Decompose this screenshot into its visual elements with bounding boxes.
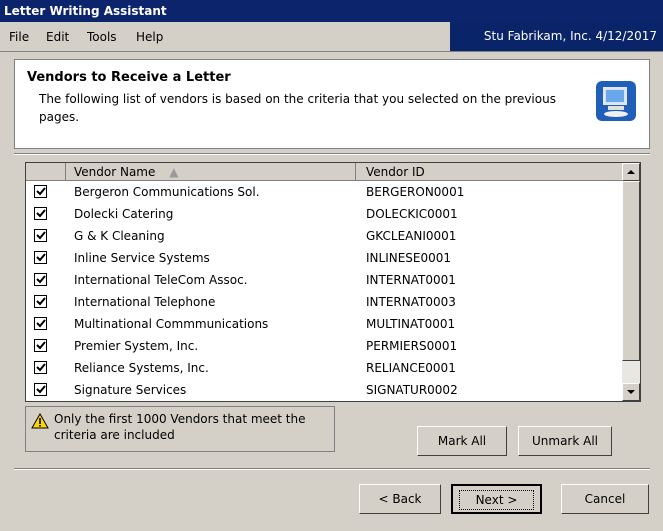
vendor-id-cell: MULTINAT0001: [366, 317, 456, 331]
vertical-scrollbar[interactable]: [622, 163, 640, 401]
table-row[interactable]: Dolecki Catering DOLECKIC0001: [26, 203, 622, 225]
table-row[interactable]: Premier System, Inc. PERMIERS0001: [26, 335, 622, 357]
page-title: Vendors to Receive a Letter: [27, 70, 231, 85]
column-header-label: Vendor Name: [74, 165, 156, 179]
checkmark-icon: [36, 341, 46, 350]
company-date-label: Stu Fabrikam, Inc. 4/12/2017: [450, 22, 663, 51]
scroll-up-button[interactable]: [622, 163, 640, 181]
vendor-name-cell: Bergeron Communications Sol.: [74, 185, 260, 199]
row-checkbox[interactable]: [34, 317, 47, 330]
vendor-id-cell: PERMIERS0001: [366, 339, 458, 353]
column-header-vendor-id[interactable]: Vendor ID: [356, 163, 622, 181]
vendor-name-cell: International TeleCom Assoc.: [74, 273, 248, 287]
checkmark-icon: [36, 275, 46, 284]
row-checkbox[interactable]: [34, 383, 47, 396]
vendor-name-cell: Multinational Commmunications: [74, 317, 269, 331]
mark-all-button[interactable]: Mark All: [417, 426, 507, 456]
header-separator: [14, 153, 650, 155]
menu-edit[interactable]: Edit: [46, 30, 69, 44]
menu-help[interactable]: Help: [136, 30, 163, 44]
vendor-name-cell: Reliance Systems, Inc.: [74, 361, 209, 375]
checkmark-icon: [36, 363, 46, 372]
vendor-id-cell: INTERNAT0001: [366, 273, 456, 287]
arrow-down-icon: [627, 390, 635, 394]
vendor-id-cell: INTERNAT0003: [366, 295, 456, 309]
table-row[interactable]: Multinational Commmunications MULTINAT00…: [26, 313, 622, 335]
checkmark-icon: [36, 319, 46, 328]
checkmark-icon: [36, 297, 46, 306]
row-checkbox[interactable]: [34, 361, 47, 374]
vendor-id-cell: GKCLEANI0001: [366, 229, 457, 243]
limit-note: Only the first 1000 Vendors that meet th…: [25, 406, 335, 452]
checkmark-icon: [36, 209, 46, 218]
row-checkbox[interactable]: [34, 185, 47, 198]
vendor-name-cell: Premier System, Inc.: [74, 339, 199, 353]
row-checkbox[interactable]: [34, 273, 47, 286]
scrollbar-thumb[interactable]: [622, 181, 640, 361]
row-checkbox[interactable]: [34, 229, 47, 242]
vendor-id-cell: SIGNATUR0002: [366, 383, 458, 397]
vendor-name-cell: G & K Cleaning: [74, 229, 165, 243]
checkbox-column-header: [26, 163, 66, 181]
computer-icon: [595, 80, 637, 122]
vendor-name-cell: Signature Services: [74, 383, 187, 397]
window-title: Letter Writing Assistant: [0, 0, 663, 22]
vendor-name-cell: Dolecki Catering: [74, 207, 174, 221]
row-checkbox[interactable]: [34, 339, 47, 352]
scroll-down-button[interactable]: [622, 383, 640, 401]
vendor-id-cell: INLINESE0001: [366, 251, 452, 265]
column-header-vendor-name[interactable]: Vendor Name ▲: [66, 163, 356, 181]
page-header: Vendors to Receive a Letter The followin…: [14, 59, 650, 149]
vendor-id-cell: RELIANCE0001: [366, 361, 456, 375]
menu-bar: File Edit Tools Help Stu Fabrikam, Inc. …: [0, 22, 663, 52]
vendor-name-cell: Inline Service Systems: [74, 251, 210, 265]
vendor-name-cell: International Telephone: [74, 295, 216, 309]
vendor-id-cell: DOLECKIC0001: [366, 207, 458, 221]
table-row[interactable]: Signature Services SIGNATUR0002: [26, 379, 622, 401]
warning-icon: [31, 413, 49, 429]
next-button[interactable]: Next >: [451, 484, 542, 514]
checkmark-icon: [36, 385, 46, 394]
row-checkbox[interactable]: [34, 295, 47, 308]
cancel-button[interactable]: Cancel: [561, 484, 649, 514]
row-checkbox[interactable]: [34, 207, 47, 220]
back-button[interactable]: < Back: [359, 484, 441, 514]
limit-note-text: Only the first 1000 Vendors that meet th…: [54, 412, 306, 442]
letter-writing-assistant-window: Letter Writing Assistant File Edit Tools…: [0, 0, 663, 531]
page-description: The following list of vendors is based o…: [39, 92, 556, 124]
row-checkbox[interactable]: [34, 251, 47, 264]
menu-tools[interactable]: Tools: [87, 30, 117, 44]
vendor-grid[interactable]: Vendor Name ▲ Vendor ID Bergeron Communi…: [25, 162, 641, 402]
next-button-label: Next >: [458, 490, 535, 510]
footer-separator: [14, 468, 650, 470]
table-row[interactable]: International TeleCom Assoc. INTERNAT000…: [26, 269, 622, 291]
sort-ascending-icon: ▲: [169, 165, 179, 179]
menu-file[interactable]: File: [9, 30, 29, 44]
unmark-all-button[interactable]: Unmark All: [518, 426, 612, 456]
checkmark-icon: [36, 187, 46, 196]
grid-header: Vendor Name ▲ Vendor ID: [26, 163, 622, 181]
table-row[interactable]: Inline Service Systems INLINESE0001: [26, 247, 622, 269]
checkmark-icon: [36, 253, 46, 262]
vendor-id-cell: BERGERON0001: [366, 185, 465, 199]
checkmark-icon: [36, 231, 46, 240]
arrow-up-icon: [627, 170, 635, 174]
table-row[interactable]: Reliance Systems, Inc. RELIANCE0001: [26, 357, 622, 379]
table-row[interactable]: Bergeron Communications Sol. BERGERON000…: [26, 181, 622, 203]
table-row[interactable]: International Telephone INTERNAT0003: [26, 291, 622, 313]
table-row[interactable]: G & K Cleaning GKCLEANI0001: [26, 225, 622, 247]
